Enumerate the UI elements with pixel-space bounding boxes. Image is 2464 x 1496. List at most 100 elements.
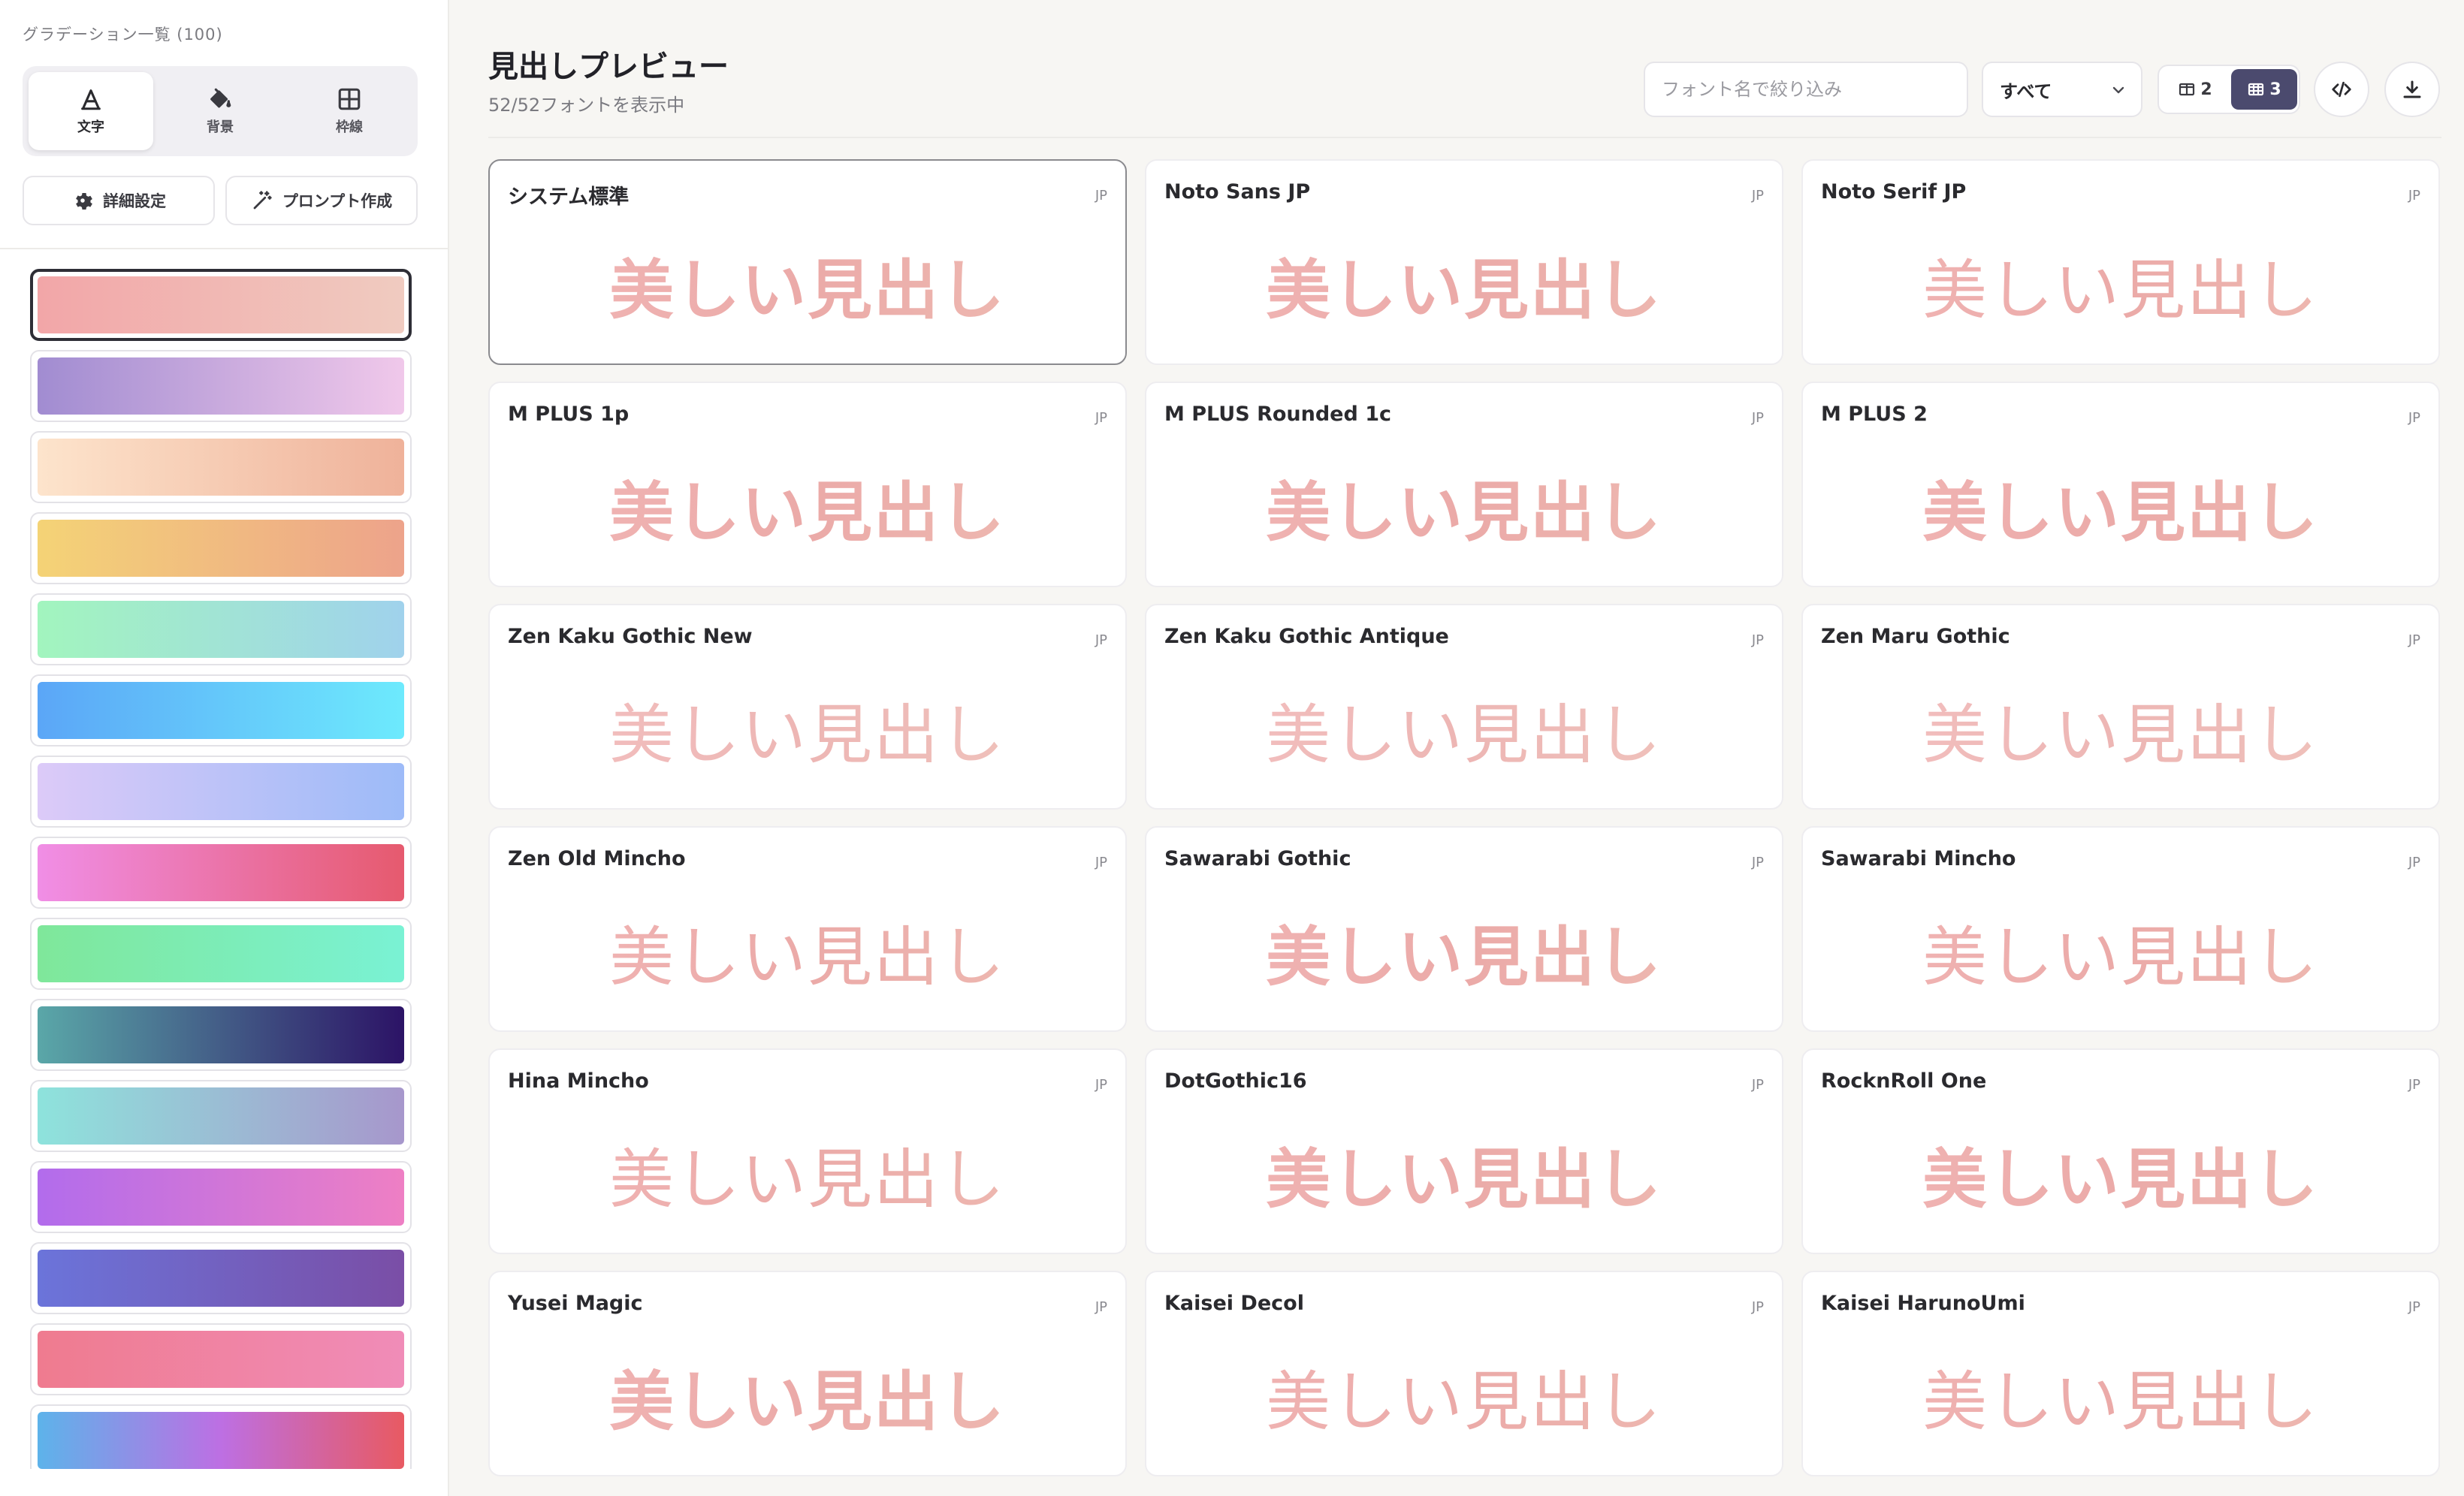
- advanced-settings-button[interactable]: 詳細設定: [23, 176, 215, 225]
- font-card[interactable]: M PLUS Rounded 1c JP 美しい見出し: [1145, 382, 1783, 587]
- font-card[interactable]: Noto Sans JP JP 美しい見出し: [1145, 159, 1783, 365]
- gradient-swatch[interactable]: [30, 1080, 412, 1152]
- paint-bucket-icon: [210, 88, 231, 108]
- font-name: Yusei Magic: [508, 1292, 643, 1315]
- gradient-swatch[interactable]: [30, 674, 412, 746]
- gradient-preview-bar: [38, 925, 404, 982]
- three-column-icon: [2248, 83, 2264, 96]
- font-name: Zen Maru Gothic: [1821, 625, 2010, 648]
- two-column-icon: [2179, 83, 2195, 96]
- font-filter-input[interactable]: [1644, 62, 1968, 117]
- gradient-preview-bar: [38, 276, 404, 333]
- gradient-swatch[interactable]: [30, 1242, 412, 1314]
- heading-sample-text: 美しい見出し: [1146, 239, 1782, 329]
- font-card[interactable]: Sawarabi Mincho JP 美しい見出し: [1801, 826, 2440, 1032]
- font-name: Kaisei HarunoUmi: [1821, 1292, 2025, 1315]
- gradient-preview-bar: [38, 1169, 404, 1226]
- font-name: M PLUS 1p: [508, 403, 630, 426]
- font-name: Hina Mincho: [508, 1069, 649, 1093]
- font-name: Noto Sans JP: [1164, 180, 1311, 204]
- font-card[interactable]: M PLUS 1p JP 美しい見出し: [488, 382, 1127, 587]
- gradient-swatch[interactable]: [30, 593, 412, 665]
- font-card[interactable]: M PLUS 2 JP 美しい見出し: [1801, 382, 2440, 587]
- font-card[interactable]: Zen Maru Gothic JP 美しい見出し: [1801, 604, 2440, 810]
- heading-sample-text: 美しい見出し: [1146, 1128, 1782, 1218]
- font-card[interactable]: DotGothic16 JP 美しい見出し: [1145, 1048, 1783, 1254]
- gradient-swatch[interactable]: [30, 756, 412, 828]
- column-toggle-group: 2 3: [2158, 65, 2300, 114]
- gradient-swatch[interactable]: [30, 837, 412, 909]
- gradient-swatch[interactable]: [30, 431, 412, 503]
- language-tag: JP: [1095, 1299, 1107, 1315]
- gradient-swatch[interactable]: [30, 1323, 412, 1395]
- create-prompt-button[interactable]: プロンプト作成: [225, 176, 418, 225]
- font-name: M PLUS 2: [1821, 403, 1928, 426]
- font-card[interactable]: Kaisei HarunoUmi JP 美しい見出し: [1801, 1271, 2440, 1476]
- category-select[interactable]: すべて: [1982, 62, 2142, 117]
- text-a-icon: [81, 89, 101, 110]
- font-count-status: 52/52フォントを表示中: [488, 95, 685, 116]
- gradient-preview-bar: [38, 1250, 404, 1307]
- language-tag: JP: [1751, 188, 1764, 204]
- page-title: 見出しプレビュー: [488, 50, 729, 84]
- mode-background-button[interactable]: 背景: [158, 72, 282, 150]
- mode-border-label: 枠線: [336, 119, 363, 135]
- font-name: Noto Serif JP: [1821, 180, 1967, 204]
- mode-border-button[interactable]: 枠線: [287, 72, 412, 150]
- font-name: RocknRoll One: [1821, 1069, 1987, 1093]
- font-name: Zen Kaku Gothic Antique: [1164, 625, 1449, 648]
- font-card[interactable]: Zen Kaku Gothic Antique JP 美しい見出し: [1145, 604, 1783, 810]
- language-tag: JP: [2408, 188, 2420, 204]
- columns-3-button[interactable]: 3: [2231, 69, 2297, 110]
- gradient-swatch[interactable]: [30, 512, 412, 584]
- magic-wand-icon: [253, 191, 272, 210]
- font-name: Sawarabi Gothic: [1164, 847, 1351, 870]
- language-tag: JP: [2408, 1299, 2420, 1315]
- font-card[interactable]: Zen Old Mincho JP 美しい見出し: [488, 826, 1127, 1032]
- font-card[interactable]: システム標準 JP 美しい見出し: [488, 159, 1127, 365]
- font-name: Sawarabi Mincho: [1821, 847, 2016, 870]
- font-card[interactable]: Hina Mincho JP 美しい見出し: [488, 1048, 1127, 1254]
- gradient-preview-bar: [38, 1331, 404, 1388]
- gradient-swatch-list: [0, 249, 449, 1469]
- font-card[interactable]: Kaisei Decol JP 美しい見出し: [1145, 1271, 1783, 1476]
- gradient-preview-bar: [38, 763, 404, 820]
- gradient-swatch[interactable]: [30, 269, 412, 341]
- category-select-value: すべて: [2000, 80, 2052, 102]
- font-card[interactable]: Zen Kaku Gothic New JP 美しい見出し: [488, 604, 1127, 810]
- font-card[interactable]: Sawarabi Gothic JP 美しい見出し: [1145, 826, 1783, 1032]
- font-card[interactable]: RocknRoll One JP 美しい見出し: [1801, 1048, 2440, 1254]
- download-icon: [2403, 80, 2421, 98]
- heading-sample-text: 美しい見出し: [1803, 239, 2438, 329]
- language-tag: JP: [1751, 632, 1764, 648]
- mode-text-label: 文字: [77, 119, 104, 135]
- gradient-swatch[interactable]: [30, 1161, 412, 1233]
- language-tag: JP: [1095, 188, 1107, 204]
- heading-sample-text: 美しい見出し: [490, 906, 1125, 996]
- columns-2-label: 2: [2200, 80, 2212, 99]
- gradient-preview-bar: [38, 1412, 404, 1469]
- columns-3-label: 3: [2269, 80, 2281, 99]
- gradient-preview-bar: [38, 844, 404, 901]
- heading-sample-text: 美しい見出し: [490, 683, 1125, 774]
- code-button[interactable]: [2314, 62, 2369, 117]
- font-card[interactable]: Noto Serif JP JP 美しい見出し: [1801, 159, 2440, 365]
- gradient-swatch[interactable]: [30, 350, 412, 422]
- gradient-list-title: グラデーション一覧 (100): [23, 26, 223, 44]
- heading-sample-text: 美しい見出し: [490, 1128, 1125, 1218]
- font-card[interactable]: Yusei Magic JP 美しい見出し: [488, 1271, 1127, 1476]
- mode-background-label: 背景: [207, 119, 234, 135]
- download-button[interactable]: [2384, 62, 2440, 117]
- language-tag: JP: [1095, 632, 1107, 648]
- language-tag: JP: [2408, 855, 2420, 870]
- gradient-swatch[interactable]: [30, 999, 412, 1071]
- gradient-swatch[interactable]: [30, 918, 412, 990]
- heading-sample-text: 美しい見出し: [1146, 683, 1782, 774]
- heading-sample-text: 美しい見出し: [1803, 1350, 2438, 1440]
- mode-text-button[interactable]: 文字: [29, 72, 153, 150]
- language-tag: JP: [1095, 410, 1107, 426]
- gradient-swatch[interactable]: [30, 1404, 412, 1469]
- code-icon: [2332, 81, 2351, 98]
- gradient-preview-bar: [38, 357, 404, 415]
- columns-2-button[interactable]: 2: [2162, 69, 2228, 110]
